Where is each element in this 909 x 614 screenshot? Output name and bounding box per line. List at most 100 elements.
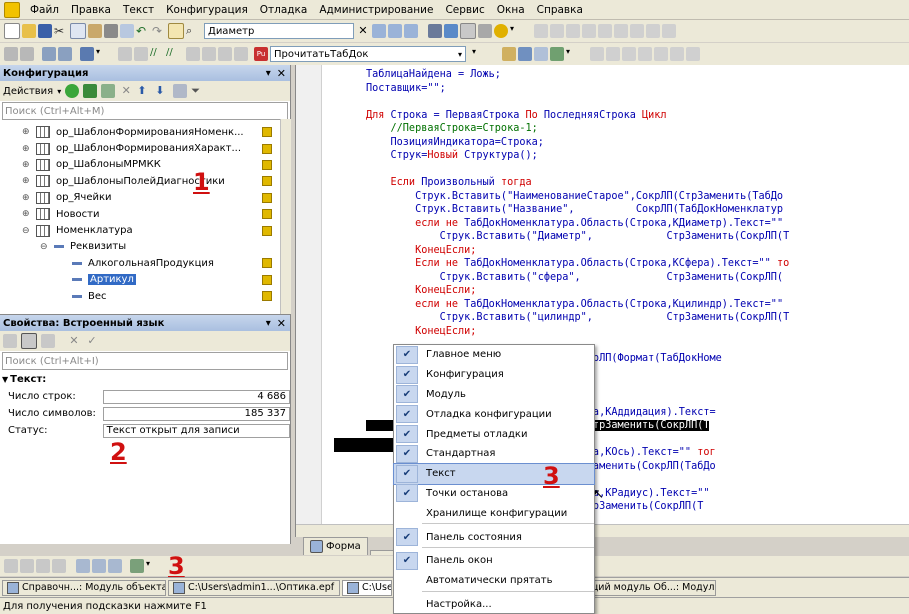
tab-form[interactable]: Форма	[303, 537, 368, 555]
menu-help[interactable]: Справка	[531, 4, 589, 16]
config-search-input[interactable]: Поиск (Ctrl+Alt+M)	[2, 102, 288, 120]
window-tab[interactable]: C:\Use	[342, 579, 392, 596]
search-combo[interactable]: Диаметр	[204, 23, 354, 39]
expand-icon[interactable]: ⊕	[22, 193, 36, 203]
context-menu-item[interactable]: Хранилище конфигурации	[394, 503, 594, 523]
zoom-icon[interactable]	[404, 24, 418, 38]
cut-icon[interactable]: ✂	[54, 24, 68, 38]
menu-file[interactable]: Файл	[24, 4, 65, 16]
edit-icon[interactable]	[83, 84, 98, 98]
panel-toggle5-icon[interactable]	[654, 47, 668, 61]
context-menu-item[interactable]: ✔ Модуль	[394, 385, 594, 405]
tree-row[interactable]: ⊕ Новости	[0, 206, 290, 222]
undo-icon[interactable]: ↶	[136, 24, 150, 38]
expand-icon[interactable]: ⊕	[22, 209, 36, 219]
chevron-down-icon[interactable]: ▾	[96, 47, 110, 61]
tree-row[interactable]: ⊕ ор_Ячейки	[0, 190, 290, 206]
context-menu-item[interactable]: ✔ Главное меню	[394, 345, 594, 365]
paste-icon[interactable]	[88, 24, 102, 38]
debug-next-icon[interactable]	[550, 24, 564, 38]
actions-menu[interactable]: Действия	[3, 86, 53, 97]
open-folder-icon[interactable]	[22, 24, 36, 38]
indent-icon[interactable]	[76, 559, 90, 573]
block-icon[interactable]	[218, 47, 232, 61]
find-prev-icon[interactable]	[388, 24, 402, 38]
goto-line-icon[interactable]	[92, 559, 106, 573]
template-icon[interactable]	[234, 47, 248, 61]
chevron-down-icon[interactable]: ▾	[510, 24, 524, 38]
debug-restart-icon[interactable]	[630, 24, 644, 38]
chevron-down-icon[interactable]: ▾	[146, 559, 160, 573]
debug-run-icon[interactable]	[582, 24, 596, 38]
expand-icon[interactable]: ⊕	[22, 176, 36, 186]
outdent-icon[interactable]	[108, 559, 122, 573]
redo-icon[interactable]: ↷	[152, 24, 166, 38]
panel-toggle4-icon[interactable]	[638, 47, 652, 61]
menu-windows[interactable]: Окна	[491, 4, 531, 16]
tree-row[interactable]: ⊕ ор_ШаблоныПолейДиагностики	[0, 173, 290, 189]
collapse-icon[interactable]: ▼	[2, 375, 8, 384]
panel-toggle-icon[interactable]	[590, 47, 604, 61]
tree-row[interactable]: ⊕ ор_ШаблоныМРМКК	[0, 157, 290, 173]
config-scrollbar[interactable]	[280, 119, 291, 315]
chevron-down-icon[interactable]: ▾	[57, 87, 61, 96]
panel-toggle6-icon[interactable]	[670, 47, 684, 61]
context-menu-item[interactable]: ✔ Текст	[393, 462, 595, 485]
tree-row[interactable]: ⊖ Номенклатура	[0, 222, 290, 238]
debug-watch-icon[interactable]	[662, 24, 676, 38]
find-icon[interactable]	[168, 23, 184, 39]
add-icon[interactable]	[65, 84, 80, 98]
copy-icon[interactable]	[70, 23, 86, 39]
properties-filter-icon[interactable]	[41, 334, 55, 348]
format-icon[interactable]	[186, 47, 200, 61]
context-menu-item[interactable]: ✔ Панель окон	[394, 551, 594, 571]
info-icon[interactable]	[494, 24, 508, 38]
code-gutter[interactable]	[296, 65, 322, 540]
sort-az-icon[interactable]	[3, 334, 17, 348]
expand-icon[interactable]: ⊕	[22, 144, 36, 154]
module-icon[interactable]	[444, 24, 458, 38]
props-search-input[interactable]: Поиск (Ctrl+Alt+I)	[2, 352, 288, 370]
database-icon[interactable]	[42, 47, 56, 61]
menu-edit[interactable]: Правка	[65, 4, 117, 16]
close-icon[interactable]: ✕	[277, 317, 286, 330]
menu-debug[interactable]: Отладка	[254, 4, 314, 16]
debug-step-icon[interactable]	[534, 24, 548, 38]
uncomment-icon[interactable]: //	[166, 47, 180, 61]
list-icon[interactable]	[173, 84, 188, 98]
bookmark-next-icon[interactable]	[20, 559, 34, 573]
context-menu-item[interactable]: ✔ Точки останова	[394, 484, 594, 504]
pin-icon[interactable]: ▾	[266, 68, 271, 79]
config-open-icon[interactable]	[4, 47, 18, 61]
config-save-icon[interactable]	[20, 47, 34, 61]
tab-module[interactable]	[369, 550, 394, 555]
wrap-icon[interactable]	[202, 47, 216, 61]
preview-icon[interactable]	[120, 24, 134, 38]
help-icon[interactable]	[502, 47, 516, 61]
filter-icon[interactable]: ⏷	[191, 84, 205, 98]
syntax-assistant-icon[interactable]	[428, 24, 442, 38]
panel-toggle7-icon[interactable]	[686, 47, 700, 61]
save-icon[interactable]	[38, 24, 52, 38]
debug-pause-icon[interactable]	[614, 24, 628, 38]
user-icon[interactable]	[518, 47, 532, 61]
chart-icon[interactable]	[550, 47, 564, 61]
grid-icon[interactable]	[460, 23, 476, 39]
comment-icon[interactable]: //	[150, 47, 164, 61]
delete-icon[interactable]: ✕	[67, 334, 81, 348]
new-document-icon[interactable]	[4, 23, 20, 39]
tree-row[interactable]: ⊖ Реквизиты	[0, 239, 290, 255]
tree-row[interactable]: ⊕ ор_ШаблонФормированияНоменк...	[0, 124, 290, 140]
search-icon[interactable]: ⌕	[186, 24, 200, 38]
context-menu-item[interactable]: ✔ Панель состояния	[394, 527, 594, 547]
context-menu-item[interactable]: Настройка...	[394, 595, 594, 614]
context-menu-item[interactable]: ✔ Стандартная	[394, 444, 594, 464]
menu-configuration[interactable]: Конфигурация	[160, 4, 254, 16]
move-up-icon[interactable]: ⬆	[137, 84, 151, 98]
update-db-icon[interactable]	[58, 47, 72, 61]
tools-icon[interactable]	[478, 24, 492, 38]
debug-breakpoint-icon[interactable]	[646, 24, 660, 38]
print-icon[interactable]	[104, 24, 118, 38]
indent-icon[interactable]	[118, 47, 132, 61]
props-group-header[interactable]: ▼ Текст:	[0, 371, 290, 388]
